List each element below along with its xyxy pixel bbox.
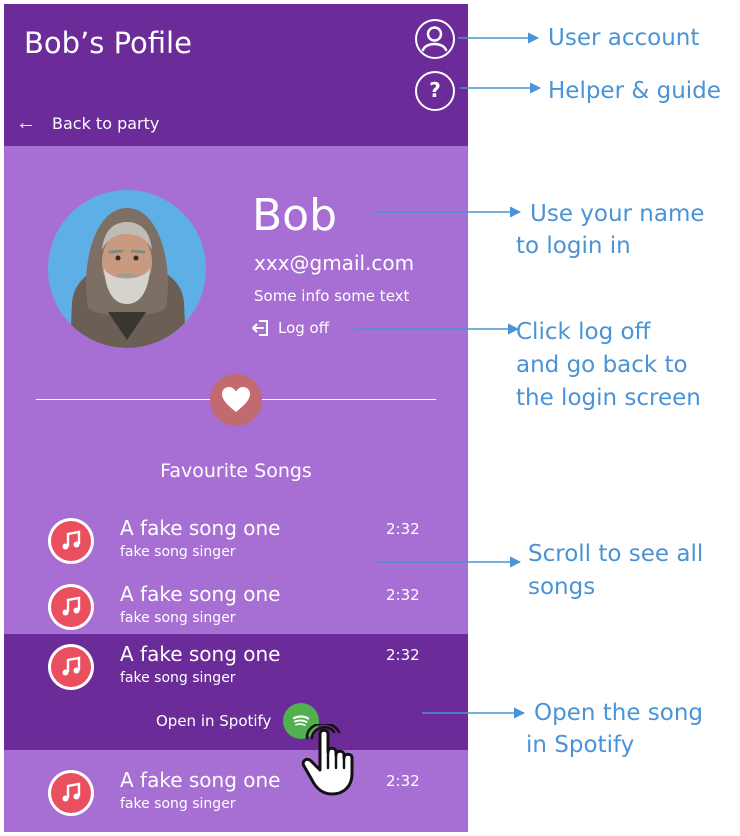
user-circle-icon xyxy=(421,26,448,52)
hand-pointer-icon xyxy=(301,724,354,796)
profile-name: Bob xyxy=(252,190,338,241)
music-note-icon xyxy=(62,782,81,802)
song-list-item[interactable]: A fake song one fake song singer 2:32 xyxy=(4,508,468,574)
log-off-button[interactable]: Log off xyxy=(250,317,329,339)
divider-right xyxy=(258,399,436,400)
hooded-man-avatar-icon xyxy=(48,190,206,348)
song-duration: 2:32 xyxy=(386,772,420,790)
song-icon xyxy=(48,644,94,690)
song-artist: fake song singer xyxy=(120,610,236,626)
logout-icon xyxy=(252,320,268,336)
song-icon xyxy=(48,584,94,630)
profile-info: Some info some text xyxy=(254,287,410,305)
user-account-button[interactable] xyxy=(415,19,455,59)
avatar xyxy=(48,190,206,348)
song-list-item[interactable]: A fake song one fake song singer 2:32 xyxy=(4,760,468,826)
heart-icon xyxy=(222,387,250,412)
favourite-songs-title: Favourite Songs xyxy=(160,460,312,482)
song-icon xyxy=(48,770,94,816)
arrow-left-icon: ← xyxy=(16,111,36,134)
favourite-heart-button[interactable] xyxy=(210,374,262,426)
page-title: Bob’s Pofile xyxy=(24,26,192,60)
profile-screen: Bob’s Pofile ? ← Back to party Bob xxx@g… xyxy=(4,4,468,832)
help-circle-icon: ? xyxy=(429,78,441,102)
song-title: A fake song one xyxy=(120,642,281,666)
annotation-user-account: User account xyxy=(548,25,700,51)
song-list-item[interactable]: A fake song one fake song singer 2:32 xyxy=(4,574,468,640)
song-artist: fake song singer xyxy=(120,544,236,560)
song-artist: fake song singer xyxy=(120,796,236,812)
music-note-icon xyxy=(62,656,81,676)
song-icon xyxy=(48,518,94,564)
back-label: Back to party xyxy=(52,113,160,133)
song-duration: 2:32 xyxy=(386,646,420,664)
song-title: A fake song one xyxy=(120,516,281,540)
divider-left xyxy=(36,399,214,400)
song-list-item-selected[interactable]: A fake song one fake song singer 2:32 Op… xyxy=(4,634,468,750)
song-title: A fake song one xyxy=(120,768,281,792)
music-note-icon xyxy=(62,530,81,550)
song-duration: 2:32 xyxy=(386,586,420,604)
open-in-spotify-label: Open in Spotify xyxy=(156,712,272,730)
log-off-label: Log off xyxy=(278,319,330,337)
song-duration: 2:32 xyxy=(386,520,420,538)
song-artist: fake song singer xyxy=(120,670,236,686)
back-to-party-link[interactable]: ← Back to party xyxy=(16,108,159,138)
open-in-spotify-button[interactable]: Open in Spotify xyxy=(156,703,320,739)
music-note-icon xyxy=(62,596,81,616)
song-title: A fake song one xyxy=(120,582,281,606)
profile-email: xxx@gmail.com xyxy=(254,251,415,275)
app-header: Bob’s Pofile ? ← Back to party xyxy=(4,4,468,146)
annotation-log-off: Click log off and go back to the login s… xyxy=(516,319,701,411)
annotation-scroll: Scroll to see all songs xyxy=(528,541,704,600)
annotation-spotify: Open the song in Spotify xyxy=(526,700,704,758)
help-button[interactable]: ? xyxy=(415,71,455,111)
annotation-login-name: Use your name to login in xyxy=(516,201,705,259)
annotation-helper: Helper & guide xyxy=(548,78,721,104)
